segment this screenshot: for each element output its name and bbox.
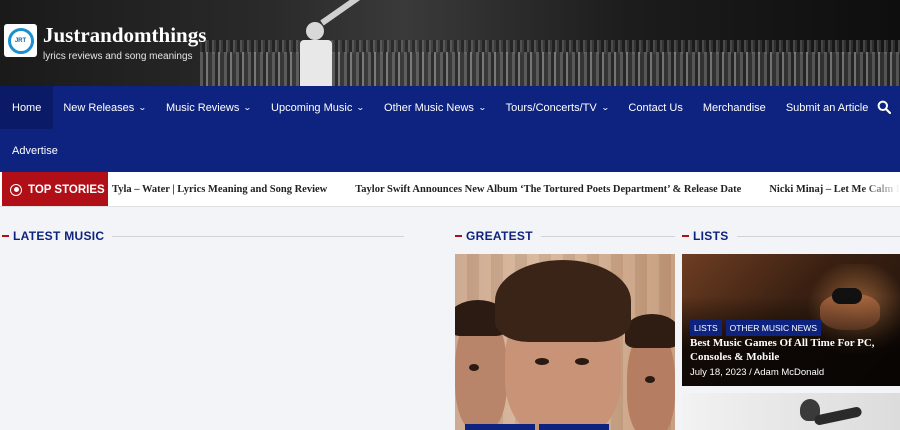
ticker-item[interactable]: Tyla – Water | Lyrics Meaning and Song R…	[112, 184, 327, 195]
nav-item-tours-concerts-tv[interactable]: Tours/Concerts/TV ⌄	[496, 86, 619, 129]
section-head-lists: LISTS	[682, 229, 900, 243]
nav-item-new-releases[interactable]: New Releases ⌄	[53, 86, 156, 129]
nav-item-music-reviews[interactable]: Music Reviews ⌄	[156, 86, 261, 129]
nav-item-contact-us[interactable]: Contact Us	[618, 86, 692, 129]
ticker-fade	[860, 172, 900, 206]
record-icon	[10, 183, 22, 196]
site-tagline: lyrics reviews and song meanings	[43, 51, 193, 62]
nav-item-submit-article[interactable]: Submit an Article	[776, 86, 879, 129]
nav-item-home[interactable]: Home	[0, 86, 54, 129]
chevron-down-icon: ⌄	[243, 103, 253, 112]
site-title[interactable]: Justrandomthings	[43, 23, 206, 48]
section-head-latest-music: LATEST MUSIC	[2, 229, 404, 243]
ticker-label: TOP STORIES	[2, 172, 108, 206]
nav-item-other-music-news[interactable]: Other Music News ⌄	[374, 86, 496, 129]
nav-row-2: Advertise	[0, 129, 68, 172]
nav-item-advertise[interactable]: Advertise	[0, 129, 68, 172]
search-icon[interactable]	[877, 100, 891, 114]
post-date: July 18, 2023	[690, 367, 747, 378]
post-author[interactable]: Adam McDonald	[754, 367, 824, 378]
site-logo[interactable]: JRT	[4, 24, 37, 57]
tag-other-music-news[interactable]: OTHER MUSIC NEWS	[725, 320, 821, 336]
meta-separator: /	[749, 367, 752, 378]
tag-lists[interactable]: LISTS	[690, 320, 722, 336]
header-banner: JRT Justrandomthings lyrics reviews and …	[0, 0, 900, 86]
logo-text: JRT	[14, 37, 27, 44]
chevron-down-icon: ⌄	[356, 103, 366, 112]
tag-chip[interactable]	[465, 424, 535, 430]
section-head-greatest: GREATEST	[455, 229, 675, 243]
nav-item-upcoming-music[interactable]: Upcoming Music ⌄	[261, 86, 374, 129]
performer-image	[300, 0, 360, 86]
tag-chip[interactable]	[539, 424, 609, 430]
post-meta: July 18, 2023 / Adam McDonald	[690, 367, 824, 378]
post-tags: LISTS OTHER MUSIC NEWS	[690, 320, 821, 336]
post-title[interactable]: Best Music Games Of All Time For PC, Con…	[690, 336, 895, 364]
top-stories-ticker: TOP STORIES Tyla – Water | Lyrics Meanin…	[0, 172, 900, 207]
chevron-down-icon: ⌄	[477, 103, 487, 112]
chevron-down-icon: ⌄	[138, 103, 147, 112]
ticker-items: Tyla – Water | Lyrics Meaning and Song R…	[112, 172, 900, 206]
chevron-down-icon: ⌄	[600, 103, 610, 112]
nav-item-merchandise[interactable]: Merchandise	[693, 86, 776, 129]
greatest-post-tags	[465, 424, 609, 430]
greatest-post-image[interactable]	[455, 254, 675, 430]
nav-row-1: Home New Releases ⌄ Music Reviews ⌄ Upcomi…	[0, 86, 900, 129]
lists-post-card-2[interactable]	[682, 393, 900, 430]
main-nav: Home New Releases ⌄ Music Reviews ⌄ Upcomi…	[0, 86, 900, 172]
lists-post-card[interactable]: LISTS OTHER MUSIC NEWS Best Music Games …	[682, 254, 900, 386]
ticker-item[interactable]: Taylor Swift Announces New Album ‘The To…	[355, 184, 741, 195]
